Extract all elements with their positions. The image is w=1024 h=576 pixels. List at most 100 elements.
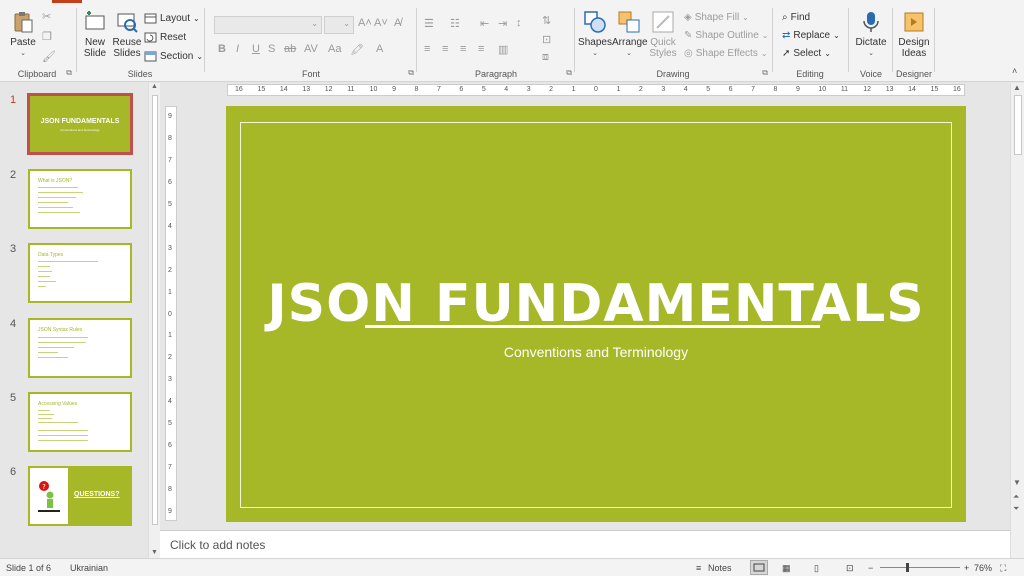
- normal-view-icon[interactable]: [750, 560, 768, 575]
- notes-pane[interactable]: Click to add notes: [160, 530, 1010, 558]
- select-button[interactable]: ➚ Select ⌄: [782, 48, 831, 59]
- thumbnail-slide-2[interactable]: 2 What is JSON?: [0, 169, 148, 239]
- shape-outline-button[interactable]: ✎ Shape Outline ⌄: [684, 30, 768, 41]
- reuse-slides-icon: [115, 10, 139, 34]
- increase-font-icon[interactable]: A˄: [358, 17, 372, 29]
- strikethrough-icon[interactable]: ab: [284, 43, 296, 55]
- cut-icon[interactable]: ✂: [42, 10, 51, 23]
- thumbnail-title: What is JSON?: [38, 178, 73, 184]
- font-size-select[interactable]: ⌄: [324, 16, 354, 34]
- section-button[interactable]: Section ⌄: [144, 50, 203, 63]
- zoom-out-icon[interactable]: −: [868, 563, 873, 573]
- highlight-icon[interactable]: 🖍: [350, 43, 364, 56]
- ruler-tick-label: 9: [392, 86, 396, 93]
- align-center-icon[interactable]: ≡: [442, 43, 448, 55]
- clear-formatting-icon[interactable]: A̸: [394, 17, 401, 29]
- smartart-icon[interactable]: ⧈: [542, 51, 549, 64]
- slide-scrollbar[interactable]: ▲ ▼ ⏶ ⏷: [1010, 83, 1024, 558]
- change-case-icon[interactable]: Aa: [328, 43, 341, 55]
- shape-effects-button[interactable]: ◎ Shape Effects ⌄: [684, 48, 768, 59]
- design-ideas-button[interactable]: Design Ideas: [896, 10, 932, 59]
- align-text-icon[interactable]: ⊡: [542, 33, 551, 46]
- replace-button[interactable]: ⇄ Replace ⌄: [782, 30, 840, 41]
- reuse-slides-button[interactable]: Reuse Slides: [112, 10, 142, 59]
- thumbnail-scroll-thumb[interactable]: [152, 95, 158, 525]
- notes-toggle-button[interactable]: Notes: [708, 563, 732, 573]
- zoom-slider-track[interactable]: [880, 567, 960, 568]
- fit-to-window-icon[interactable]: ⛶: [1000, 563, 1006, 574]
- language-indicator[interactable]: Ukrainian: [70, 563, 108, 573]
- bullets-icon[interactable]: ☰: [424, 17, 434, 30]
- arrange-button[interactable]: Arrange ⌄: [612, 10, 648, 59]
- reading-view-icon[interactable]: ▯: [814, 563, 819, 574]
- justify-icon[interactable]: ≡: [478, 43, 484, 55]
- scroll-up-icon[interactable]: ▲: [1013, 83, 1021, 92]
- thumbnail-slide-5[interactable]: 5 Accessing Values: [0, 392, 148, 462]
- copy-icon[interactable]: ❐: [42, 30, 52, 43]
- vertical-ruler: 9 8 7 6 5 4 3 2 1 0 1 2 3 4 5 6 7 8 9: [165, 106, 177, 521]
- next-slide-icon[interactable]: ⏷: [1013, 504, 1019, 514]
- decrease-font-icon[interactable]: A˅: [374, 17, 388, 29]
- slide-scroll-thumb[interactable]: [1014, 95, 1022, 155]
- columns-icon[interactable]: ▥: [498, 43, 508, 56]
- thumbnail-slide-4[interactable]: 4 JSON Syntax Rules: [0, 318, 148, 388]
- paste-icon: [11, 10, 35, 34]
- new-slide-button[interactable]: New Slide: [80, 10, 110, 59]
- bold-icon[interactable]: B: [218, 43, 226, 55]
- slide-subtitle[interactable]: Conventions and Terminology: [226, 344, 966, 360]
- zoom-slider-knob[interactable]: [906, 563, 909, 572]
- scroll-down-icon[interactable]: ▼: [151, 549, 158, 556]
- align-right-icon[interactable]: ≡: [460, 43, 466, 55]
- italic-icon[interactable]: I: [236, 43, 239, 55]
- find-button[interactable]: ⌕ Find: [782, 12, 810, 23]
- shapes-button[interactable]: Shapes ⌄: [578, 10, 612, 59]
- thumbnail-slide-3[interactable]: 3 Data Types: [0, 243, 148, 313]
- ruler-tick-label: 6: [728, 86, 733, 93]
- collapse-ribbon-icon[interactable]: ˄: [1012, 66, 1017, 76]
- quick-styles-button[interactable]: Quick Styles: [646, 10, 680, 59]
- thumbnail-scrollbar[interactable]: ▲ ▼: [148, 83, 160, 558]
- character-spacing-icon[interactable]: AV: [304, 43, 318, 55]
- previous-slide-icon[interactable]: ⏶: [1013, 492, 1019, 502]
- clipboard-launcher-icon[interactable]: ⧉: [66, 68, 72, 78]
- paste-button[interactable]: Paste ⌄: [8, 10, 38, 59]
- zoom-level[interactable]: 76%: [974, 563, 992, 573]
- thumbnail-text-line: [38, 271, 52, 272]
- reset-button[interactable]: Reset: [144, 31, 186, 44]
- thumbnail-number: 5: [10, 392, 17, 404]
- shape-effects-label: Shape Effects: [695, 48, 758, 59]
- line-spacing-icon[interactable]: ↕: [516, 17, 522, 29]
- increase-indent-icon[interactable]: ⇥: [498, 17, 507, 30]
- layout-button[interactable]: Layout ⌄: [144, 12, 200, 25]
- paragraph-launcher-icon[interactable]: ⧉: [566, 68, 572, 78]
- slide-sorter-icon[interactable]: ▦: [782, 563, 791, 574]
- dictate-label: Dictate: [855, 37, 887, 48]
- thumbnail-slide-6[interactable]: 6 ? QUESTIONS?: [0, 466, 148, 536]
- format-painter-icon[interactable]: 🖌: [42, 50, 56, 63]
- zoom-in-icon[interactable]: +: [964, 563, 969, 573]
- decrease-indent-icon[interactable]: ⇤: [480, 17, 489, 30]
- text-direction-icon[interactable]: ⇅: [542, 14, 551, 27]
- thumbnail-title: JSON FUNDAMENTALS: [40, 118, 120, 125]
- font-color-icon[interactable]: A: [376, 43, 383, 55]
- notes-placeholder[interactable]: Click to add notes: [170, 538, 265, 552]
- dictate-button[interactable]: Dictate ⌄: [852, 10, 890, 59]
- slide-canvas[interactable]: JSON FUNDAMENTALS Conventions and Termin…: [226, 106, 966, 522]
- thumbnail-slide-1[interactable]: 1 JSON FUNDAMENTALS Conventions and Term…: [0, 93, 148, 164]
- font-launcher-icon[interactable]: ⧉: [408, 68, 414, 78]
- numbering-icon[interactable]: ☷: [450, 17, 460, 30]
- ruler-tick-label: 5: [168, 200, 172, 208]
- shadow-icon[interactable]: S: [268, 43, 275, 55]
- notes-icon[interactable]: ≡: [696, 563, 701, 573]
- question-figure-icon: ?: [38, 481, 60, 512]
- drawing-launcher-icon[interactable]: ⧉: [762, 68, 768, 78]
- ribbon-separator: [76, 8, 77, 72]
- scroll-up-icon[interactable]: ▲: [151, 83, 158, 90]
- scroll-down-icon[interactable]: ▼: [1013, 478, 1021, 487]
- shape-fill-button[interactable]: ◈ Shape Fill ⌄: [684, 12, 749, 23]
- slideshow-icon[interactable]: ⊡: [846, 563, 854, 574]
- pen-icon: ✎: [684, 30, 693, 41]
- font-name-select[interactable]: ⌄: [214, 16, 322, 34]
- underline-icon[interactable]: U: [252, 43, 260, 55]
- align-left-icon[interactable]: ≡: [424, 43, 430, 55]
